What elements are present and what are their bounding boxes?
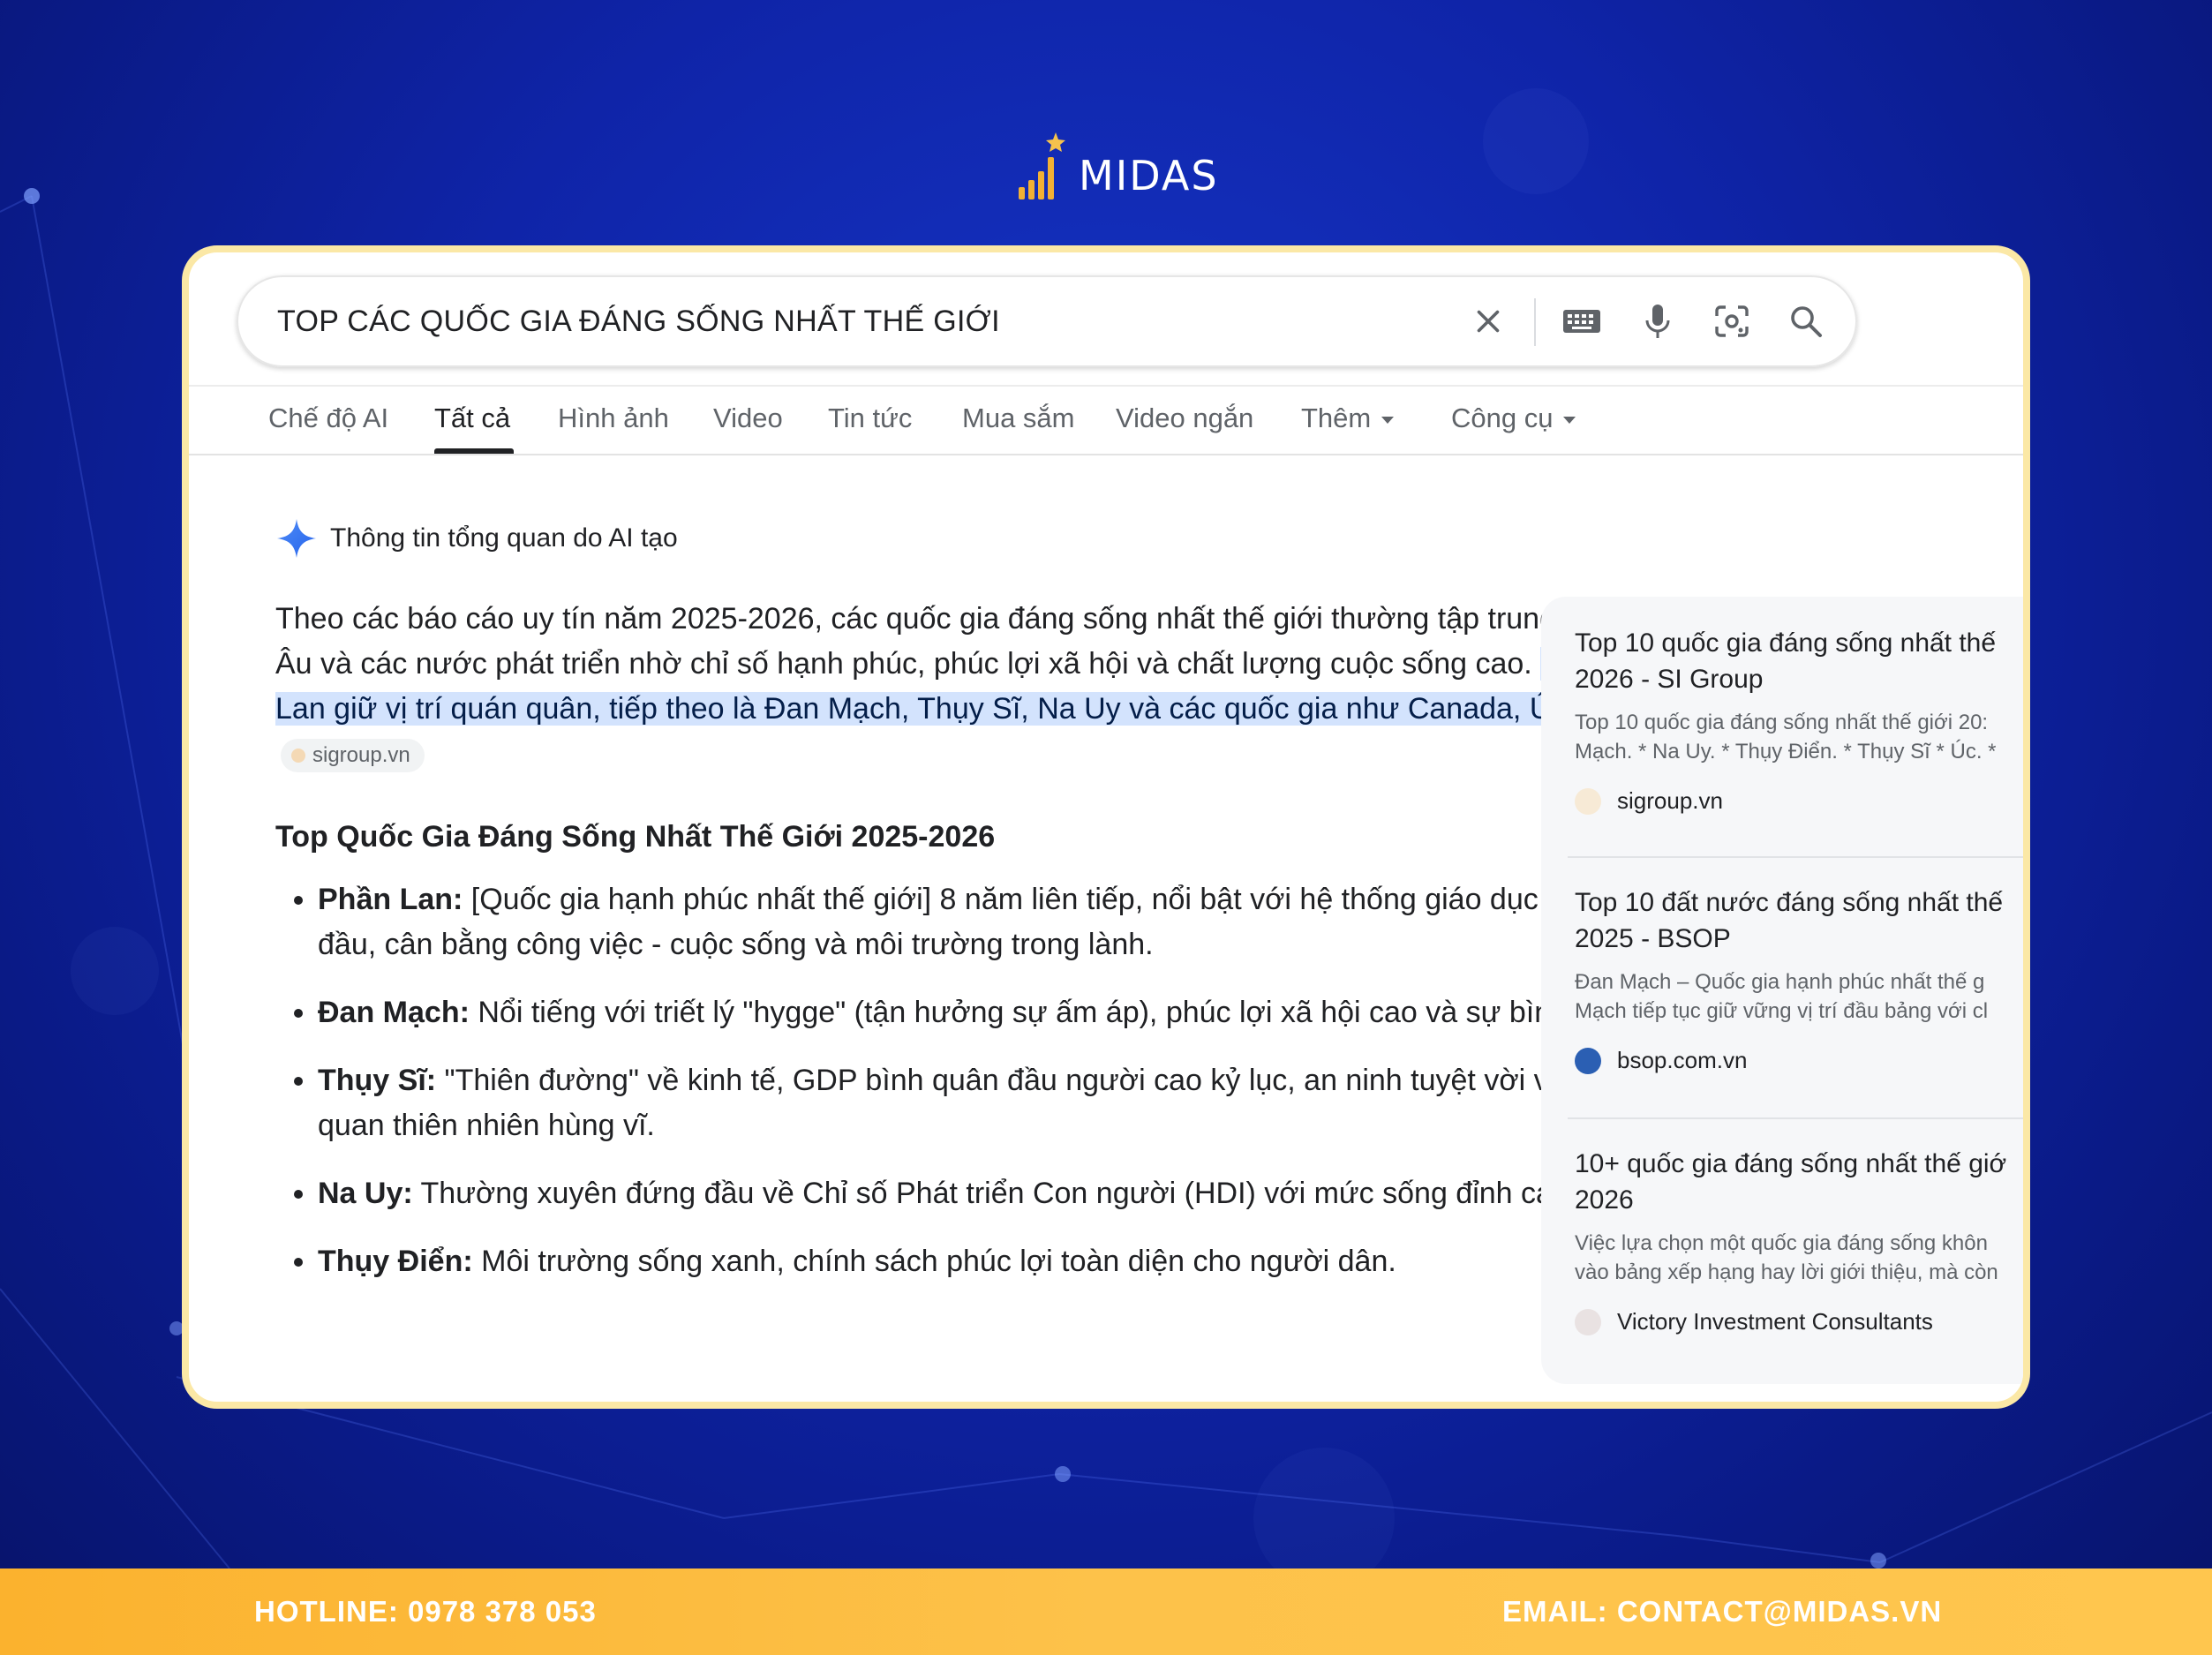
search-results-card: TOP CÁC QUỐC GIA ĐÁNG SỐNG NHẤT THẾ GIỚI — [182, 245, 2030, 1409]
source-site-name: Victory Investment Consultants — [1617, 1308, 1933, 1335]
ai-intro-paragraph: Theo các báo cáo uy tín năm 2025-2026, c… — [275, 597, 1652, 777]
footer-email: EMAIL: CONTACT@MIDAS.VN — [1502, 1595, 1943, 1628]
tab-tools-label: Công cụ — [1451, 402, 1554, 433]
tab-tools[interactable]: Công cụ — [1451, 387, 1576, 450]
mic-icon[interactable] — [1633, 297, 1682, 346]
source-snippet: Đan Mạch – Quốc gia hạnh phúc nhất thế g — [1575, 970, 1985, 994]
source-chip[interactable]: sigroup.vn — [281, 739, 425, 773]
source-card-victory[interactable]: 10+ quốc gia đáng sống nhất thế giớ 2026… — [1575, 1146, 2023, 1335]
list-item-text: [Quốc gia hạnh phúc nhất thế giới] 8 năm… — [318, 883, 1614, 961]
source-site-name: bsop.com.vn — [1617, 1047, 1748, 1073]
tab-news[interactable]: Tin tức — [828, 387, 912, 450]
source-title[interactable]: 2025 - BSOP — [1575, 921, 2023, 957]
source-divider — [1568, 1117, 2023, 1119]
source-title[interactable]: 2026 - SI Group — [1575, 661, 2023, 697]
list-item: Na Uy: Thường xuyên đứng đầu về Chỉ số P… — [318, 1171, 1652, 1216]
search-icon[interactable] — [1781, 297, 1831, 346]
sources-panel: Top 10 quốc gia đáng sống nhất thế 2026 … — [1541, 597, 2023, 1384]
keyboard-icon[interactable] — [1557, 297, 1606, 346]
source-card-sigroup[interactable]: Top 10 quốc gia đáng sống nhất thế 2026 … — [1575, 625, 2023, 815]
list-item-name: Phần Lan: — [318, 883, 463, 916]
search-tabs: Chế độ AI Tất cả Hình ảnh Video Tin tức … — [189, 385, 2023, 455]
list-item-name: Đan Mạch: — [318, 996, 470, 1029]
source-snippet: Top 10 quốc gia đáng sống nhất thế giới … — [1575, 711, 1989, 734]
tab-all[interactable]: Tất cả — [434, 387, 510, 450]
list-item: Thụy Điển: Môi trường sống xanh, chính s… — [318, 1239, 1652, 1284]
source-site: bsop.com.vn — [1575, 1047, 2023, 1074]
tab-shopping[interactable]: Mua sắm — [962, 387, 1074, 450]
source-site: Victory Investment Consultants — [1575, 1308, 2023, 1335]
ai-intro-text: Theo các báo cáo uy tín năm 2025-2026, c… — [275, 602, 1644, 681]
contact-footer: HOTLINE: 0978 378 053 EMAIL: CONTACT@MID… — [0, 1568, 2212, 1655]
chevron-down-icon — [1381, 416, 1395, 424]
source-title[interactable]: 10+ quốc gia đáng sống nhất thế giớ — [1575, 1146, 2023, 1182]
list-item-name: Thụy Điển: — [318, 1245, 473, 1278]
tab-short-video[interactable]: Video ngắn — [1116, 387, 1253, 450]
source-snippet: vào bảng xếp hạng hay lời giới thiệu, mà… — [1575, 1260, 1998, 1284]
lens-icon[interactable] — [1707, 297, 1757, 346]
list-item: Thụy Sĩ: "Thiên đường" về kinh tế, GDP b… — [318, 1058, 1652, 1148]
source-site: sigroup.vn — [1575, 787, 2023, 815]
source-site-name: sigroup.vn — [1617, 787, 1723, 814]
search-bar[interactable]: TOP CÁC QUỐC GIA ĐÁNG SỐNG NHẤT THẾ GIỚI — [237, 275, 1857, 367]
list-item-name: Na Uy: — [318, 1177, 413, 1210]
ai-section-heading: Top Quốc Gia Đáng Sống Nhất Thế Giới 202… — [275, 820, 996, 854]
search-input[interactable]: TOP CÁC QUỐC GIA ĐÁNG SỐNG NHẤT THẾ GIỚI — [277, 277, 1000, 365]
list-item-text: Môi trường sống xanh, chính sách phúc lợ… — [472, 1245, 1396, 1278]
tab-ai-mode[interactable]: Chế độ AI — [268, 387, 388, 450]
list-item-text: Nổi tiếng với triết lý "hygge" (tận hưởn… — [469, 996, 1651, 1029]
list-item: Đan Mạch: Nổi tiếng với triết lý "hygge"… — [318, 990, 1652, 1035]
ai-overview-body: Theo các báo cáo uy tín năm 2025-2026, c… — [275, 597, 1652, 1307]
tab-video[interactable]: Video — [713, 387, 783, 450]
source-title[interactable]: Top 10 đất nước đáng sống nhất thế — [1575, 884, 2023, 921]
tab-more-label: Thêm — [1301, 402, 1372, 433]
list-item: Phần Lan: [Quốc gia hạnh phúc nhất thế g… — [318, 877, 1652, 967]
sparkle-icon — [277, 519, 316, 558]
source-title[interactable]: 2026 — [1575, 1182, 2023, 1218]
list-item-name: Thụy Sĩ: — [318, 1064, 437, 1097]
ai-overview-title: Thông tin tổng quan do AI tạo — [330, 523, 678, 553]
list-item-text: "Thiên đường" về kinh tế, GDP bình quân … — [318, 1064, 1639, 1142]
bsop-favicon-icon — [1575, 1047, 1601, 1074]
source-title[interactable]: Top 10 quốc gia đáng sống nhất thế — [1575, 625, 2023, 661]
source-snippet: Mạch tiếp tục giữ vững vị trí đầu bảng v… — [1575, 999, 1989, 1023]
list-item-text: Thường xuyên đứng đầu về Chỉ số Phát tri… — [412, 1177, 1578, 1210]
footer-hotline: HOTLINE: 0978 378 053 — [254, 1595, 597, 1628]
source-snippet: Việc lựa chọn một quốc gia đáng sống khô… — [1575, 1231, 1988, 1255]
victory-favicon-icon — [1575, 1308, 1601, 1335]
sigroup-favicon-icon — [1575, 787, 1601, 815]
source-divider — [1568, 856, 2023, 858]
chevron-down-icon — [1563, 416, 1576, 424]
logo-wordmark: MIDAS — [1079, 152, 1219, 199]
source-snippet: Mạch. * Na Uy. * Thụy Điển. * Thụy Sĩ * … — [1575, 740, 1997, 764]
close-icon[interactable] — [1463, 297, 1513, 346]
tab-more[interactable]: Thêm — [1301, 387, 1395, 450]
logo-bars-icon — [1019, 132, 1065, 199]
tab-images[interactable]: Hình ảnh — [558, 387, 669, 450]
midas-logo: MIDAS — [1015, 131, 1219, 201]
source-card-bsop[interactable]: Top 10 đất nước đáng sống nhất thế 2025 … — [1575, 884, 2023, 1074]
search-divider — [1534, 298, 1536, 346]
country-list: Phần Lan: [Quốc gia hạnh phúc nhất thế g… — [275, 877, 1652, 1284]
active-tab-indicator — [434, 448, 514, 454]
ai-overview-header: Thông tin tổng quan do AI tạo — [275, 517, 678, 560]
